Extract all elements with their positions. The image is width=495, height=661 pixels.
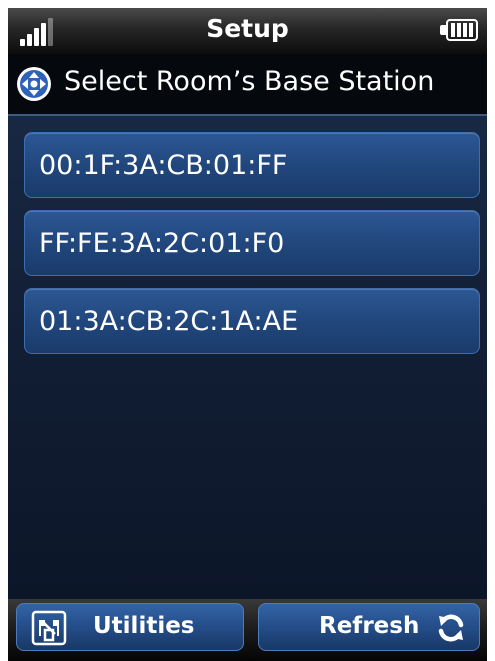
base-station-address: FF:FE:3A:2C:01:F0 — [39, 228, 285, 259]
base-station-list: 00:1F:3A:CB:01:FF FF:FE:3A:2C:01:F0 01:3… — [24, 132, 480, 366]
screen-header: Select Room’s Base Station — [8, 54, 487, 116]
base-station-address: 01:3A:CB:2C:1A:AE — [39, 306, 299, 337]
phone-screen: Setup Select Room’s Base Station 00:1F:3… — [8, 8, 487, 661]
refresh-label: Refresh — [319, 613, 420, 639]
status-bar: Setup — [8, 8, 487, 54]
page-title: Select Room’s Base Station — [64, 66, 435, 97]
softkey-bar: Utilities Refresh — [8, 599, 487, 661]
utilities-button[interactable]: Utilities — [16, 603, 244, 651]
refresh-button[interactable]: Refresh — [258, 603, 480, 651]
status-title: Setup — [206, 14, 289, 43]
directional-pad-icon — [17, 67, 51, 101]
base-station-item[interactable]: 00:1F:3A:CB:01:FF — [24, 132, 480, 198]
battery-full-icon — [440, 19, 482, 43]
base-station-item[interactable]: 01:3A:CB:2C:1A:AE — [24, 288, 480, 354]
base-station-item[interactable]: FF:FE:3A:2C:01:F0 — [24, 210, 480, 276]
base-station-address: 00:1F:3A:CB:01:FF — [39, 150, 288, 181]
refresh-icon — [438, 614, 464, 642]
utilities-label: Utilities — [93, 613, 195, 639]
utilities-icon — [31, 610, 67, 646]
